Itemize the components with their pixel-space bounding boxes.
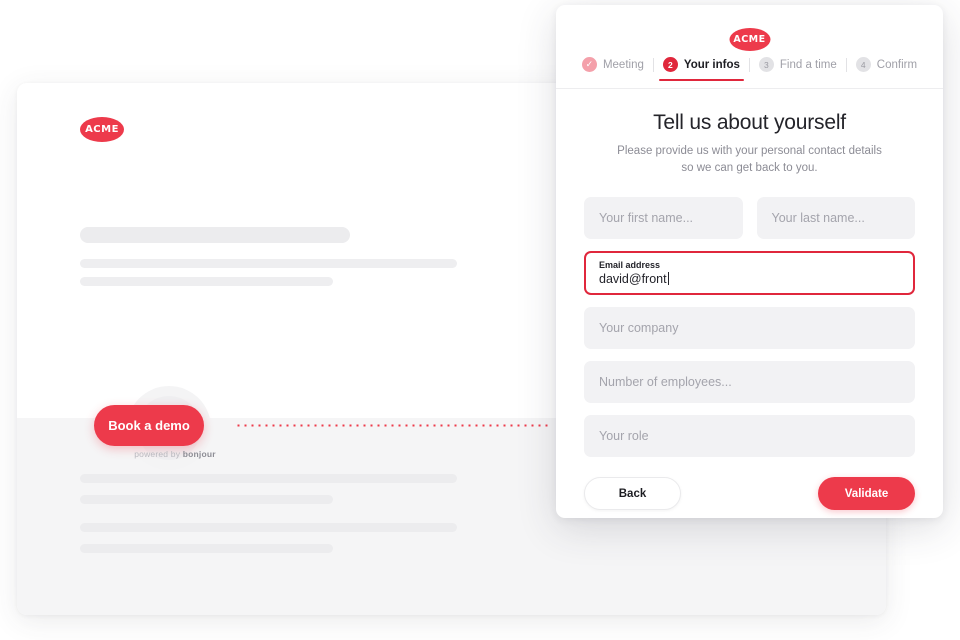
wizard-stepper: ✓ Meeting 2 Your infos 3 Find a time 4 C… bbox=[556, 57, 943, 81]
step-your-infos[interactable]: 2 Your infos bbox=[654, 57, 749, 81]
step-label: Meeting bbox=[602, 58, 644, 71]
modal-body: Tell us about yourself Please provide us… bbox=[556, 89, 943, 510]
active-step-underline bbox=[658, 78, 744, 81]
step-number-badge: 2 bbox=[662, 57, 678, 72]
skeleton-bar bbox=[80, 495, 333, 504]
step-label: Your infos bbox=[683, 58, 740, 71]
book-a-demo-button[interactable]: Book a demo bbox=[94, 405, 204, 446]
step-number-badge: 3 bbox=[758, 57, 774, 72]
skeleton-bar bbox=[80, 523, 457, 532]
subtitle-line-1: Please provide us with your personal con… bbox=[617, 145, 882, 157]
modal-logo: ACME bbox=[729, 28, 770, 51]
dotted-connector-line bbox=[235, 424, 548, 427]
step-confirm[interactable]: 4 Confirm bbox=[847, 57, 926, 81]
check-icon: ✓ bbox=[581, 57, 597, 72]
skeleton-bar bbox=[80, 544, 333, 553]
last-name-input[interactable]: Your last name... bbox=[756, 197, 915, 239]
email-input-label: Email address bbox=[599, 260, 661, 270]
powered-by-label: powered by bonjour bbox=[105, 449, 245, 459]
skeleton-bar bbox=[80, 277, 333, 286]
first-name-input[interactable]: Your first name... bbox=[584, 197, 743, 239]
powered-by-brand: bonjour bbox=[182, 449, 216, 459]
name-row: Your first name... Your last name... bbox=[584, 197, 915, 251]
step-number-badge: 4 bbox=[855, 57, 871, 72]
powered-by-prefix: powered by bbox=[134, 449, 183, 459]
page-subtitle: Please provide us with your personal con… bbox=[584, 143, 915, 177]
host-page-logo: ACME bbox=[80, 117, 124, 142]
acme-logo-icon: ACME bbox=[729, 28, 770, 51]
skeleton-bar bbox=[80, 474, 457, 483]
modal-header: ACME ✓ Meeting 2 Your infos 3 Find a tim… bbox=[556, 5, 943, 89]
skeleton-bar bbox=[80, 259, 457, 268]
step-label: Find a time bbox=[779, 58, 837, 71]
role-input[interactable]: Your role bbox=[584, 415, 915, 457]
page-title: Tell us about yourself bbox=[653, 111, 846, 134]
text-cursor bbox=[667, 272, 669, 285]
step-label: Confirm bbox=[876, 58, 918, 71]
back-button[interactable]: Back bbox=[584, 477, 681, 510]
subtitle-line-2: so we can get back to you. bbox=[681, 162, 818, 174]
company-input[interactable]: Your company bbox=[584, 307, 915, 349]
step-meeting[interactable]: ✓ Meeting bbox=[573, 57, 653, 81]
email-input[interactable]: Email address david@front bbox=[584, 251, 915, 295]
form-actions: Back Validate bbox=[584, 477, 915, 510]
validate-button[interactable]: Validate bbox=[818, 477, 915, 510]
acme-logo-icon: ACME bbox=[80, 117, 124, 142]
step-find-a-time[interactable]: 3 Find a time bbox=[750, 57, 846, 81]
contact-form: Your first name... Your last name... Ema… bbox=[584, 197, 915, 510]
skeleton-bar bbox=[80, 227, 350, 243]
email-input-value: david@front bbox=[599, 272, 667, 286]
booking-modal: ACME ✓ Meeting 2 Your infos 3 Find a tim… bbox=[556, 5, 943, 518]
employees-input[interactable]: Number of employees... bbox=[584, 361, 915, 403]
